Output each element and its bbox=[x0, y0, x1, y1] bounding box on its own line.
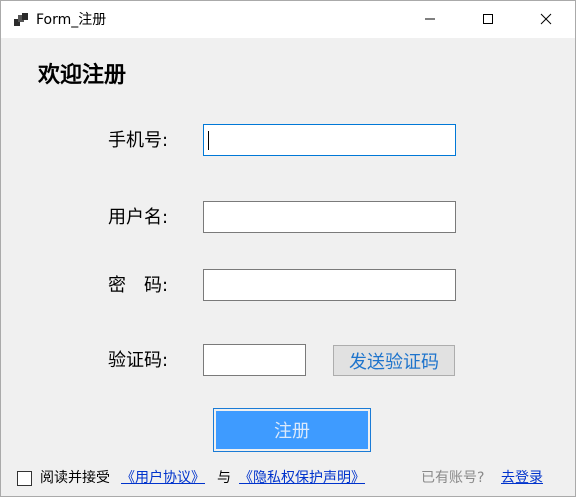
privacy-policy-link[interactable]: 《隐私权保护声明》 bbox=[239, 469, 365, 488]
phone-label: 手机号: bbox=[108, 130, 169, 151]
code-label: 验证码: bbox=[108, 350, 169, 371]
page-title: 欢迎注册 bbox=[38, 63, 127, 88]
minimize-icon bbox=[424, 10, 436, 29]
and-text: 与 bbox=[217, 470, 231, 486]
user-agreement-link[interactable]: 《用户协议》 bbox=[121, 469, 205, 488]
maximize-button[interactable] bbox=[459, 1, 517, 38]
agree-text: 阅读并接受 bbox=[40, 470, 110, 486]
login-link[interactable]: 去登录 bbox=[501, 469, 543, 488]
password-input[interactable] bbox=[203, 269, 456, 301]
phone-input[interactable] bbox=[203, 124, 456, 156]
close-icon bbox=[540, 10, 552, 29]
password-label: 密 码: bbox=[108, 275, 169, 296]
window-app-icon bbox=[13, 12, 29, 28]
register-button[interactable]: 注册 bbox=[213, 408, 371, 452]
close-button[interactable] bbox=[517, 1, 575, 38]
maximize-icon bbox=[482, 10, 494, 29]
register-button-label: 注册 bbox=[216, 411, 368, 449]
register-window: Form_注册 欢迎注册 手机号: 用户名: 密 码: 验证码: 发送验证码 注… bbox=[0, 0, 576, 497]
send-code-button[interactable]: 发送验证码 bbox=[333, 345, 455, 376]
username-label: 用户名: bbox=[108, 207, 169, 228]
minimize-button[interactable] bbox=[401, 1, 459, 38]
window-title: Form_注册 bbox=[36, 12, 107, 28]
verification-code-input[interactable] bbox=[203, 344, 306, 376]
text-caret bbox=[208, 131, 209, 150]
username-input[interactable] bbox=[203, 201, 456, 233]
title-bar[interactable]: Form_注册 bbox=[1, 1, 575, 38]
agree-checkbox[interactable] bbox=[17, 471, 32, 486]
have-account-text: 已有账号? bbox=[421, 470, 485, 486]
